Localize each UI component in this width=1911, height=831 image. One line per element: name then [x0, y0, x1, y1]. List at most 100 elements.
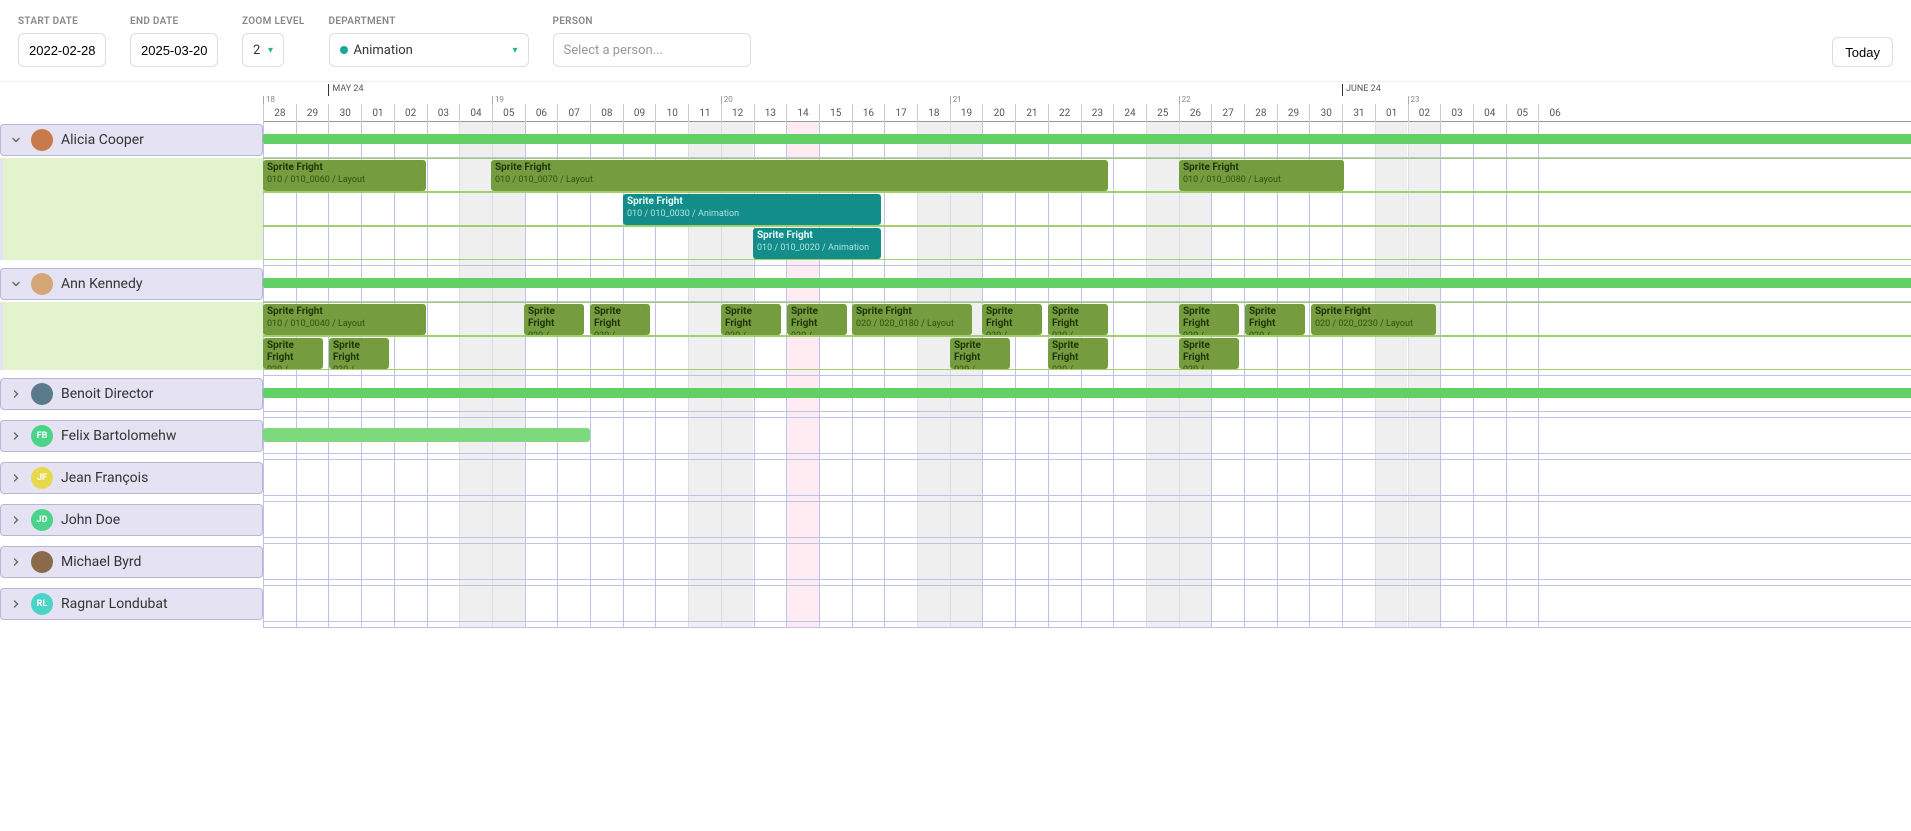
day-cell: 27 — [1211, 104, 1244, 122]
chevron-right-icon[interactable] — [9, 555, 23, 569]
chevron-down-icon[interactable] — [9, 277, 23, 291]
task-bar[interactable]: Sprite Fright020 / 020_0230 / Layout — [1311, 304, 1436, 335]
person-label: PERSON — [553, 16, 751, 27]
day-cell: 25 — [1146, 104, 1179, 122]
task-project: Sprite Fright — [725, 306, 777, 330]
week-label: 23 — [1408, 96, 1420, 104]
person-row[interactable]: JD John Doe — [0, 504, 263, 536]
availability-bar — [263, 134, 1911, 144]
day-cell: 03 — [1440, 104, 1473, 122]
person-row[interactable]: RLRagnar Londubat — [0, 588, 263, 620]
person-name: Benoit Director — [61, 386, 153, 402]
task-bar[interactable]: Sprite Fright020 / 020_0... — [1048, 304, 1108, 335]
person-name: Jean François — [61, 470, 148, 486]
task-path: 020 / 020_0... — [791, 330, 843, 335]
task-bar[interactable]: Sprite Fright010 / 010_0020 / Animation — [753, 228, 881, 259]
task-project: Sprite Fright — [1052, 306, 1104, 330]
day-cell: 30 — [328, 104, 361, 122]
timeline-person-header — [263, 376, 1911, 412]
chevron-down-icon[interactable] — [9, 133, 23, 147]
task-path: 020 / 020_0... — [954, 364, 1006, 369]
person-row[interactable]: Michael Byrd — [0, 546, 263, 578]
person-row[interactable]: Benoit Director — [0, 378, 263, 410]
task-bar[interactable]: Sprite Fright020 / 020_0... — [950, 338, 1010, 369]
day-cell: 09 — [623, 104, 656, 122]
task-bar[interactable]: Sprite Fright010 / 010_0060 / Layout — [263, 160, 426, 191]
timeline-person-header — [263, 266, 1911, 302]
task-bar[interactable]: Sprite Fright020 / 020_0180 / Layout — [852, 304, 972, 335]
chevron-right-icon[interactable] — [9, 471, 23, 485]
task-bar[interactable]: Sprite Fright020 / 020_0... — [329, 338, 389, 369]
timeline-person-header — [263, 460, 1911, 496]
task-project: Sprite Fright — [1052, 340, 1104, 364]
task-bar[interactable]: Sprite Fright020 / 020_0... — [590, 304, 650, 335]
task-path: 020 / 020_0... — [1183, 364, 1235, 369]
avatar — [31, 551, 53, 573]
avatar: RL — [31, 593, 53, 615]
zoom-level-select[interactable]: 2 ▾ — [242, 33, 284, 67]
week-label: 21 — [950, 96, 962, 104]
chevron-right-icon[interactable] — [9, 597, 23, 611]
person-select[interactable]: Select a person... — [553, 33, 751, 67]
week-label: 19 — [492, 96, 504, 104]
task-bar[interactable]: Sprite Fright020 / 020_0... — [787, 304, 847, 335]
timeline[interactable]: MAY 24JUNE 24 181920212223 2829300102030… — [263, 82, 1911, 628]
day-cell: 26 — [1179, 104, 1212, 122]
task-bar[interactable]: Sprite Fright010 / 010_0080 / Layout — [1179, 160, 1344, 191]
timeline-header: MAY 24JUNE 24 181920212223 2829300102030… — [263, 82, 1911, 122]
task-project: Sprite Fright — [1183, 162, 1340, 174]
chevron-right-icon[interactable] — [9, 429, 23, 443]
task-project: Sprite Fright — [627, 196, 877, 208]
task-bar[interactable]: Sprite Fright020 / 020_0... — [1245, 304, 1305, 335]
task-bar[interactable]: Sprite Fright010 / 010_0070 / Layout — [491, 160, 1108, 191]
avatar — [31, 383, 53, 405]
person-name: John Doe — [61, 512, 120, 528]
chevron-right-icon[interactable] — [9, 513, 23, 527]
task-path: 010 / 010_0040 / Layout — [267, 318, 422, 330]
task-path: 020 / 020_0... — [267, 364, 319, 369]
start-date-input[interactable] — [18, 33, 106, 67]
task-path: 020 / 020_0180 / Layout — [856, 318, 968, 330]
task-bar[interactable]: Sprite Fright020 / 020_0... — [263, 338, 323, 369]
task-path: 020 / 020_0... — [986, 330, 1038, 335]
task-bar[interactable]: Sprite Fright010 / 010_0030 / Animation — [623, 194, 881, 225]
day-cell: 23 — [1081, 104, 1114, 122]
task-bar[interactable]: Sprite Fright020 / 020_0... — [1179, 338, 1239, 369]
task-bar[interactable]: Sprite Fright020 / 020_0... — [1179, 304, 1239, 335]
end-date-input[interactable] — [130, 33, 218, 67]
task-path: 020 / 020_0230 / Layout — [1315, 318, 1432, 330]
task-project: Sprite Fright — [528, 306, 580, 330]
task-bar[interactable]: Sprite Fright020 / 020_0... — [1048, 338, 1108, 369]
avatar: JF — [31, 467, 53, 489]
task-bar[interactable]: Sprite Fright010 / 010_0040 / Layout — [263, 304, 426, 335]
avatar: JD — [31, 509, 53, 531]
task-row: Sprite Fright010 / 010_0040 / LayoutSpri… — [263, 302, 1911, 336]
task-path: 020 / 020_0... — [725, 330, 777, 335]
day-cell: 13 — [754, 104, 787, 122]
task-path: 020 / 020_0... — [1052, 330, 1104, 335]
department-select[interactable]: Animation ▾ — [329, 33, 529, 67]
start-date-label: START DATE — [18, 16, 106, 27]
task-bar[interactable]: Sprite Fright020 / 020_0... — [524, 304, 584, 335]
timeline-person-header — [263, 502, 1911, 538]
availability-bar — [263, 388, 1911, 398]
task-path: 010 / 010_0060 / Layout — [267, 174, 422, 186]
month-label: JUNE 24 — [1342, 84, 1381, 96]
person-row[interactable]: JF Jean François — [0, 462, 263, 494]
day-cell: 02 — [1408, 104, 1441, 122]
person-row[interactable]: FBFelix Bartolomehw — [0, 420, 263, 452]
avatar: FB — [31, 425, 53, 447]
person-row[interactable]: Alicia Cooper — [0, 124, 263, 156]
day-cell: 28 — [1244, 104, 1277, 122]
week-label: 22 — [1179, 96, 1191, 104]
task-bar[interactable]: Sprite Fright020 / 020_0... — [721, 304, 781, 335]
today-button[interactable]: Today — [1832, 37, 1893, 67]
task-bar[interactable]: Sprite Fright020 / 020_0... — [982, 304, 1042, 335]
task-path: 010 / 010_0020 / Animation — [757, 242, 877, 254]
day-cell: 05 — [1506, 104, 1539, 122]
chevron-right-icon[interactable] — [9, 387, 23, 401]
task-project: Sprite Fright — [986, 306, 1038, 330]
person-row[interactable]: Ann Kennedy — [0, 268, 263, 300]
day-cell: 17 — [884, 104, 917, 122]
person-name: Ann Kennedy — [61, 276, 143, 292]
